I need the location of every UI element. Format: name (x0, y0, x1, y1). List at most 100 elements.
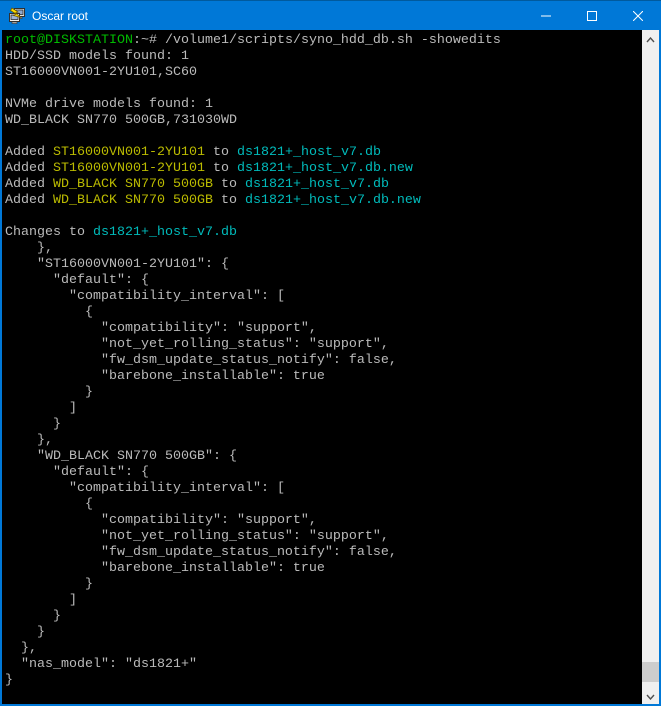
scroll-down-icon (646, 687, 655, 705)
terminal-text-span: } (5, 673, 13, 688)
terminal-text-span: :~# /volume1/scripts/syno_hdd_db.sh -sho… (133, 33, 501, 48)
terminal-text-span: "fw_dsm_update_status_notify": false, (5, 545, 397, 560)
terminal-text-span: }, (5, 433, 53, 448)
terminal-text-span: ds1821+_host_v7.db.new (237, 161, 413, 176)
terminal-line: } (5, 577, 642, 593)
terminal-text-span: "not_yet_rolling_status": "support", (5, 529, 389, 544)
terminal-line: Added WD_BLACK SN770 500GB to ds1821+_ho… (5, 177, 642, 193)
scrollbar[interactable] (642, 30, 659, 704)
terminal-line: root@DISKSTATION:~# /volume1/scripts/syn… (5, 33, 642, 49)
terminal-line: { (5, 305, 642, 321)
terminal-line: } (5, 385, 642, 401)
terminal-line: "fw_dsm_update_status_notify": false, (5, 545, 642, 561)
terminal-line: "default": { (5, 273, 642, 289)
title-bar[interactable]: Oscar root (0, 0, 661, 30)
terminal-text-span: Added (5, 177, 53, 192)
terminal-text-span: Added (5, 161, 53, 176)
terminal-line: Added ST16000VN001-2YU101 to ds1821+_hos… (5, 161, 642, 177)
terminal-text-span: NVMe drive models found: 1 (5, 97, 213, 112)
terminal-text-span: "nas_model": "ds1821+" (5, 657, 197, 672)
terminal-text-span: "fw_dsm_update_status_notify": false, (5, 353, 397, 368)
scroll-up-button[interactable] (642, 30, 659, 47)
terminal-line: "compatibility_interval": [ (5, 481, 642, 497)
terminal-text-span: ] (5, 593, 77, 608)
terminal-text-span: }, (5, 641, 37, 656)
terminal-text-span: ds1821+_host_v7.db (237, 145, 381, 160)
terminal-text-span: "compatibility": "support", (5, 321, 317, 336)
terminal-text-span: { (5, 305, 93, 320)
terminal-line (5, 129, 642, 145)
terminal-text-span: ST16000VN001-2YU101 (53, 145, 205, 160)
terminal-text-span: WD_BLACK SN770 500GB (53, 177, 213, 192)
terminal-text-span: "WD_BLACK SN770 500GB": { (5, 449, 237, 464)
terminal-line: } (5, 673, 642, 689)
close-button[interactable] (615, 1, 661, 30)
terminal-text-span: } (5, 609, 61, 624)
terminal-line: } (5, 417, 642, 433)
terminal-text-span: to (205, 161, 237, 176)
terminal-output[interactable]: root@DISKSTATION:~# /volume1/scripts/syn… (2, 30, 642, 704)
terminal-line (5, 81, 642, 97)
terminal-text-span: } (5, 625, 45, 640)
terminal-text-span: { (5, 497, 93, 512)
terminal-text-span: root@DISKSTATION (5, 33, 133, 48)
terminal-text-span: "default": { (5, 273, 149, 288)
terminal-text-span: "barebone_installable": true (5, 561, 325, 576)
terminal-text-span: ds1821+_host_v7.db.new (245, 193, 421, 208)
terminal-line: "barebone_installable": true (5, 561, 642, 577)
terminal-line (5, 209, 642, 225)
window-client-area: root@DISKSTATION:~# /volume1/scripts/syn… (2, 30, 659, 704)
scroll-up-icon (646, 30, 655, 48)
terminal-text-span: ST16000VN001-2YU101 (53, 161, 205, 176)
terminal-text-span: } (5, 417, 61, 432)
terminal-line: }, (5, 241, 642, 257)
terminal-text-span: } (5, 385, 93, 400)
terminal-line: HDD/SSD models found: 1 (5, 49, 642, 65)
terminal-text-span: } (5, 577, 93, 592)
window-controls (523, 1, 661, 30)
terminal-line: "WD_BLACK SN770 500GB": { (5, 449, 642, 465)
terminal-line: "compatibility": "support", (5, 513, 642, 529)
terminal-line: WD_BLACK SN770 500GB,731030WD (5, 113, 642, 129)
terminal-line: "not_yet_rolling_status": "support", (5, 529, 642, 545)
terminal-line: "not_yet_rolling_status": "support", (5, 337, 642, 353)
terminal-text-span: WD_BLACK SN770 500GB,731030WD (5, 113, 237, 128)
terminal-text-span: HDD/SSD models found: 1 (5, 49, 189, 64)
terminal-line: "default": { (5, 465, 642, 481)
terminal-text-span: Added (5, 193, 53, 208)
terminal-line: Changes to ds1821+_host_v7.db (5, 225, 642, 241)
terminal-text-span: "ST16000VN001-2YU101": { (5, 257, 229, 272)
terminal-line: }, (5, 641, 642, 657)
minimize-button[interactable] (523, 1, 569, 30)
scroll-down-button[interactable] (642, 687, 659, 704)
terminal-text-span: ds1821+_host_v7.db (245, 177, 389, 192)
terminal-line: "compatibility": "support", (5, 321, 642, 337)
terminal-line: "compatibility_interval": [ (5, 289, 642, 305)
terminal-line: "barebone_installable": true (5, 369, 642, 385)
terminal-line: "fw_dsm_update_status_notify": false, (5, 353, 642, 369)
terminal-line: ] (5, 401, 642, 417)
terminal-text-span: ST16000VN001-2YU101,SC60 (5, 65, 197, 80)
maximize-icon (587, 11, 597, 21)
terminal-text-span: ] (5, 401, 77, 416)
maximize-button[interactable] (569, 1, 615, 30)
putty-icon[interactable] (8, 7, 26, 25)
terminal-text-span: "compatibility_interval": [ (5, 481, 285, 496)
terminal-text-span: to (213, 193, 245, 208)
terminal-text-span: to (213, 177, 245, 192)
close-icon (633, 11, 643, 21)
terminal-text-span: "not_yet_rolling_status": "support", (5, 337, 389, 352)
terminal-line: }, (5, 433, 642, 449)
window-title: Oscar root (32, 1, 88, 31)
terminal-line: Added WD_BLACK SN770 500GB to ds1821+_ho… (5, 193, 642, 209)
terminal-line: } (5, 609, 642, 625)
terminal-line: { (5, 497, 642, 513)
terminal-line: "nas_model": "ds1821+" (5, 657, 642, 673)
terminal-text-span: }, (5, 241, 53, 256)
terminal-text-span: "compatibility_interval": [ (5, 289, 285, 304)
terminal-text-span: to (205, 145, 237, 160)
scrollbar-thumb[interactable] (642, 662, 659, 682)
putty-window: Oscar root root@DISKSTATION:~# /volume1/… (0, 0, 661, 706)
terminal-line: Added ST16000VN001-2YU101 to ds1821+_hos… (5, 145, 642, 161)
terminal-line: ] (5, 593, 642, 609)
